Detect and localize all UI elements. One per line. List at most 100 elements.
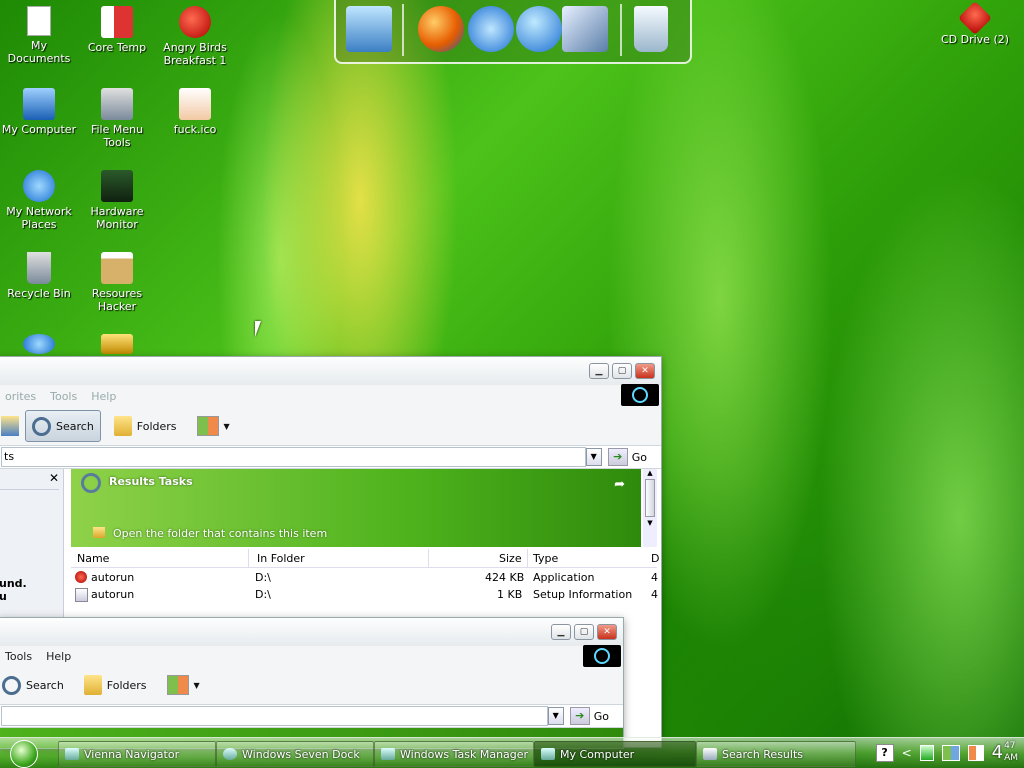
firefox-icon[interactable]: [418, 6, 464, 52]
menu-tools[interactable]: Tools: [5, 650, 32, 663]
results-tasks-panel: Results Tasks ➦ Open the folder that con…: [71, 469, 641, 547]
setup-file-icon: [75, 588, 88, 602]
file-tools-icon: [101, 88, 133, 120]
help-icon[interactable]: ?: [875, 744, 894, 762]
start-button[interactable]: [10, 740, 38, 768]
maximize-button[interactable]: ▢: [612, 363, 632, 379]
recycle-bin-icon[interactable]: [634, 6, 668, 52]
tray-app-icon[interactable]: [967, 745, 984, 761]
scrollbar-thumb[interactable]: [645, 479, 655, 517]
address-dropdown-button[interactable]: ▼: [585, 448, 602, 466]
desktop-icon-label: Hardware Monitor: [90, 205, 144, 231]
desktop-icon-internet-explorer[interactable]: [0, 334, 78, 357]
control-panel-icon[interactable]: [562, 6, 608, 52]
minimize-button[interactable]: ▁: [551, 624, 571, 640]
close-button[interactable]: ✕: [597, 624, 617, 640]
views-icon: [196, 416, 219, 436]
folders-button-label: Folders: [136, 419, 177, 433]
go-button[interactable]: ➔ Go: [569, 707, 609, 725]
address-dropdown-button[interactable]: ▼: [547, 707, 564, 725]
hammer-icon: [101, 252, 133, 284]
scroll-up-icon[interactable]: ▲: [643, 469, 657, 477]
folder-icon: [113, 416, 132, 436]
menu-help[interactable]: Help: [91, 390, 116, 403]
computer-icon[interactable]: [346, 6, 392, 52]
column-divider[interactable]: [428, 549, 429, 567]
menu-help[interactable]: Help: [46, 650, 71, 663]
network-globe-icon: [23, 170, 55, 202]
column-date[interactable]: D: [651, 552, 659, 565]
desktop-icon-my-network-places[interactable]: My Network Places: [0, 170, 78, 231]
desktop-icon-fuck-ico[interactable]: fuck.ico: [156, 88, 234, 136]
document-icon: [27, 6, 51, 36]
column-type[interactable]: Type: [533, 552, 558, 565]
scroll-down-icon[interactable]: ▼: [643, 519, 657, 527]
go-button[interactable]: ➔ Go: [607, 448, 647, 466]
desktop-icon-core-temp[interactable]: Core Temp: [78, 6, 156, 54]
search-button[interactable]: Search: [25, 410, 101, 442]
window-icon: [65, 748, 79, 760]
taskbar-item-search-results[interactable]: Search Results: [696, 741, 856, 767]
menu-bar: Tools Help: [0, 646, 623, 666]
search-button[interactable]: Search: [1, 669, 71, 701]
taskbar-item-windows-seven-dock[interactable]: Windows Seven Dock: [216, 741, 374, 767]
title-bar[interactable]: ▁ ▢ ✕: [0, 618, 623, 646]
folders-button-label: Folders: [106, 678, 147, 692]
search-button-label: Search: [26, 678, 64, 692]
address-input[interactable]: [1, 706, 548, 726]
desktop-icon-recycle-bin[interactable]: Recycle Bin: [0, 252, 78, 300]
column-divider[interactable]: [248, 549, 249, 567]
column-in-folder[interactable]: In Folder: [257, 552, 305, 565]
desktop-icon-label: My Network Places: [6, 205, 72, 231]
clock[interactable]: 4 47 AM: [992, 740, 1018, 766]
views-button[interactable]: ▼: [190, 410, 237, 442]
views-button[interactable]: ▼: [160, 669, 207, 701]
taskbar-item-task-manager[interactable]: Windows Task Manager: [374, 741, 534, 767]
clock-hour: 4: [991, 742, 1004, 763]
menu-favorites[interactable]: orites: [5, 390, 36, 403]
desktop-icon-rar[interactable]: [78, 334, 156, 357]
desktop-icon-resoures-hacker[interactable]: Resoures Hacker: [78, 252, 156, 313]
file-date: 4: [651, 571, 658, 584]
table-row[interactable]: autorun D:\ 424 KB Application 4: [71, 569, 658, 586]
folders-button[interactable]: Folders: [107, 410, 184, 442]
chip-icon: [101, 170, 133, 202]
close-pane-icon[interactable]: ✕: [49, 471, 59, 485]
network-icon[interactable]: [941, 745, 960, 761]
desktop-icon-label: My Documents: [7, 39, 71, 65]
ie-icon[interactable]: [468, 6, 514, 52]
scrollbar[interactable]: ▲ ▼: [643, 469, 657, 547]
file-date: 4: [651, 588, 658, 601]
close-button[interactable]: ✕: [635, 363, 655, 379]
media-player-icon[interactable]: [516, 6, 562, 52]
desktop-icon-my-computer[interactable]: My Computer: [0, 88, 78, 136]
taskbar-item-my-computer[interactable]: My Computer: [534, 741, 696, 767]
table-row[interactable]: autorun D:\ 1 KB Setup Information 4: [71, 586, 658, 603]
tray-expand-icon[interactable]: <: [902, 746, 912, 760]
seven-dock: [334, 0, 692, 64]
maximize-button[interactable]: ▢: [574, 624, 594, 640]
menu-tools[interactable]: Tools: [50, 390, 77, 403]
tray-app-icon[interactable]: [919, 745, 934, 761]
minimize-button[interactable]: ▁: [589, 363, 609, 379]
column-divider[interactable]: [527, 549, 528, 567]
open-folder-task-link[interactable]: Open the folder that contains this item: [113, 527, 327, 540]
search-icon: [81, 473, 101, 493]
desktop-icon-file-menu-tools[interactable]: File Menu Tools: [78, 88, 156, 149]
up-folder-icon[interactable]: [1, 416, 19, 436]
desktop-icon-angry-birds[interactable]: Angry Birds Breakfast 1: [156, 6, 234, 67]
desktop-icon-cd-drive[interactable]: CD Drive (2): [936, 1, 1014, 46]
taskbar-item-vienna-navigator[interactable]: Vienna Navigator: [58, 741, 216, 767]
desktop-icon-my-documents[interactable]: My Documents: [0, 6, 78, 65]
address-input[interactable]: ts: [1, 447, 586, 467]
column-name[interactable]: Name: [77, 552, 109, 565]
chevron-down-icon: ▼: [223, 421, 230, 431]
dock-app-icon: [223, 748, 237, 760]
desktop-icon-hardware-monitor[interactable]: Hardware Monitor: [78, 170, 156, 231]
column-size[interactable]: Size: [499, 552, 522, 565]
search-icon: [32, 416, 51, 436]
collapse-arrow-icon[interactable]: ➦: [614, 477, 625, 492]
folders-button[interactable]: Folders: [77, 669, 154, 701]
angry-bird-icon: [179, 6, 211, 38]
title-bar[interactable]: ▁ ▢ ✕: [0, 357, 661, 385]
